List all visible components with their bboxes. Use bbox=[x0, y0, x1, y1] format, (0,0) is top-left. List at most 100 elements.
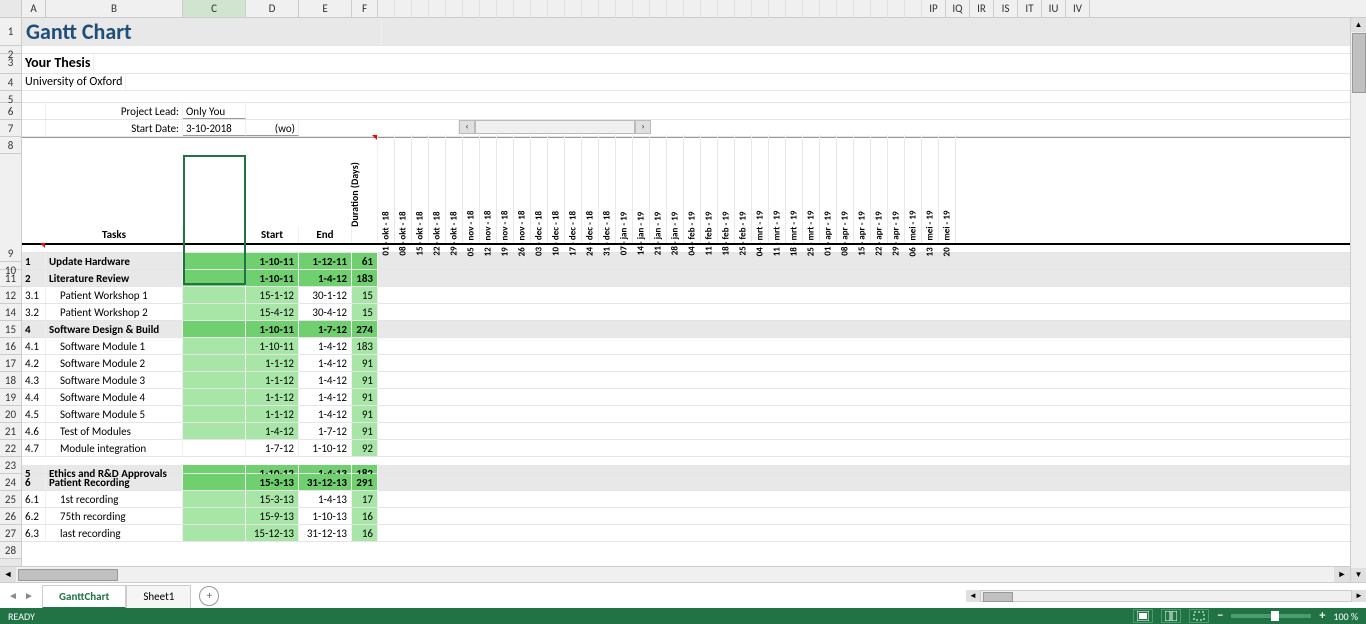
row-header-10[interactable]: 10 bbox=[0, 262, 21, 270]
zoom-out-button[interactable]: − bbox=[1217, 609, 1223, 623]
task-row[interactable]: 6.275th recording15-9-131-10-1316 bbox=[22, 508, 1366, 525]
tiny-col-header[interactable] bbox=[667, 0, 684, 18]
row-header-7[interactable]: 7 bbox=[0, 120, 21, 137]
task-row[interactable]: 3.1Patient Workshop 115-1-1230-1-1215 bbox=[22, 287, 1366, 304]
view-page-break-icon[interactable] bbox=[1189, 609, 1209, 623]
task-row[interactable]: 4.5Software Module 51-1-121-4-1291 bbox=[22, 406, 1366, 423]
row-header-22[interactable]: 22 bbox=[0, 440, 21, 457]
task-row[interactable]: 6Patient Recording15-3-1331-12-13291 bbox=[22, 474, 1366, 491]
horizontal-scrollbar[interactable]: ◄ ► bbox=[0, 566, 1350, 582]
tiny-col-header[interactable] bbox=[480, 0, 497, 18]
tiny-col-header[interactable] bbox=[650, 0, 667, 18]
row-header-5[interactable]: 5 bbox=[0, 91, 21, 103]
row-header-2[interactable]: 2 bbox=[0, 46, 21, 54]
row-header-21[interactable]: 21 bbox=[0, 423, 21, 440]
row-header-12[interactable]: 12 bbox=[0, 287, 21, 304]
row-3[interactable]: Your Thesis bbox=[22, 54, 1366, 74]
tiny-col-header[interactable] bbox=[718, 0, 735, 18]
tiny-col-header[interactable] bbox=[446, 0, 463, 18]
row-header-11[interactable]: 11 bbox=[0, 270, 21, 287]
row-2[interactable] bbox=[22, 46, 1366, 54]
row-header-3[interactable]: 3 bbox=[0, 54, 21, 74]
row-header-17[interactable]: 17 bbox=[0, 355, 21, 372]
col-header-IP[interactable]: IP bbox=[922, 0, 946, 17]
row-5[interactable] bbox=[22, 91, 1366, 103]
add-sheet-button[interactable]: + bbox=[199, 586, 219, 606]
tiny-col-header[interactable] bbox=[786, 0, 803, 18]
col-header-A[interactable]: A bbox=[22, 0, 46, 17]
col-header-B[interactable]: B bbox=[46, 0, 183, 17]
row-6[interactable]: Project Lead: Only You bbox=[22, 103, 1366, 120]
col-header-IU[interactable]: IU bbox=[1042, 0, 1066, 17]
zoom-in-button[interactable]: + bbox=[1319, 609, 1325, 623]
row-header-6[interactable]: 6 bbox=[0, 103, 21, 120]
row-9-headers[interactable]: Tasks Start End Duration (Days) 01 - okt… bbox=[22, 137, 1366, 245]
row-1[interactable]: Gantt Chart bbox=[22, 18, 1366, 46]
tiny-col-header[interactable] bbox=[412, 0, 429, 18]
vscroll-track[interactable] bbox=[1351, 32, 1366, 568]
tiny-col-header[interactable] bbox=[378, 0, 395, 18]
row-header-15[interactable]: 15 bbox=[0, 321, 21, 338]
tiny-col-header[interactable] bbox=[531, 0, 548, 18]
cells-area[interactable]: Gantt Chart Your Thesis University of Ox… bbox=[22, 18, 1366, 578]
col-header-IR[interactable]: IR bbox=[970, 0, 994, 17]
task-row[interactable]: 4.6Test of Modules1-4-121-7-1291 bbox=[22, 423, 1366, 440]
row-header-1[interactable]: 1 bbox=[0, 18, 21, 46]
row-header-9[interactable]: 9 bbox=[0, 154, 21, 262]
tiny-col-header[interactable] bbox=[769, 0, 786, 18]
sheet-tab-sheet1[interactable]: Sheet1 bbox=[126, 585, 191, 609]
row-header-19[interactable]: 19 bbox=[0, 389, 21, 406]
row-header-27[interactable]: 27 bbox=[0, 525, 21, 542]
tiny-col-header[interactable] bbox=[871, 0, 888, 18]
task-row[interactable]: 5Ethics and R&D Approvals1-10-121-4-1318… bbox=[22, 457, 1366, 474]
row-header-26[interactable]: 26 bbox=[0, 508, 21, 525]
timeline-scroll-track[interactable] bbox=[475, 120, 635, 134]
tiny-col-header[interactable] bbox=[463, 0, 480, 18]
tiny-col-header[interactable] bbox=[582, 0, 599, 18]
tiny-col-header[interactable] bbox=[395, 0, 412, 18]
tiny-col-header[interactable] bbox=[633, 0, 650, 18]
hscroll-track[interactable] bbox=[16, 567, 1334, 582]
task-row[interactable]: 6.11st recording15-3-131-4-1317 bbox=[22, 491, 1366, 508]
tiny-col-header[interactable] bbox=[599, 0, 616, 18]
timeline-scroll-left[interactable]: ‹ bbox=[459, 120, 475, 134]
zoom-slider-thumb[interactable] bbox=[1271, 611, 1279, 621]
scroll-down-button[interactable]: ▼ bbox=[1351, 568, 1366, 582]
row-header-23[interactable]: 23 bbox=[0, 457, 21, 474]
col-header-IV[interactable]: IV bbox=[1066, 0, 1090, 17]
tiny-col-header[interactable] bbox=[701, 0, 718, 18]
col-header-IT[interactable]: IT bbox=[1018, 0, 1042, 17]
task-row[interactable]: 4.4Software Module 41-1-121-4-1291 bbox=[22, 389, 1366, 406]
tab-nav-prev[interactable]: ► bbox=[22, 589, 36, 603]
hscroll2-right[interactable]: ► bbox=[1352, 590, 1366, 602]
tab-nav-first[interactable]: ◄ bbox=[6, 589, 20, 603]
tiny-col-header[interactable] bbox=[735, 0, 752, 18]
row-header-16[interactable]: 16 bbox=[0, 338, 21, 355]
hscroll-left-button[interactable]: ◄ bbox=[0, 567, 16, 583]
task-row[interactable]: 4.1Software Module 11-10-111-4-12183 bbox=[22, 338, 1366, 355]
tiny-col-header[interactable] bbox=[820, 0, 837, 18]
view-page-layout-icon[interactable] bbox=[1161, 609, 1181, 623]
tiny-col-header[interactable] bbox=[565, 0, 582, 18]
hscroll2-left[interactable]: ◄ bbox=[966, 590, 980, 602]
tiny-col-header[interactable] bbox=[905, 0, 922, 18]
row-header-18[interactable]: 18 bbox=[0, 372, 21, 389]
tiny-col-header[interactable] bbox=[837, 0, 854, 18]
col-header-IS[interactable]: IS bbox=[994, 0, 1018, 17]
col-header-IQ[interactable]: IQ bbox=[946, 0, 970, 17]
row-4[interactable]: University of Oxford bbox=[22, 74, 1366, 91]
select-all-corner[interactable] bbox=[0, 0, 22, 17]
col-header-D[interactable]: D bbox=[246, 0, 299, 17]
zoom-value[interactable]: 100 % bbox=[1333, 610, 1358, 623]
view-normal-icon[interactable] bbox=[1133, 609, 1153, 623]
tiny-col-header[interactable] bbox=[803, 0, 820, 18]
timeline-scroll-right[interactable]: › bbox=[635, 120, 651, 134]
col-header-E[interactable]: E bbox=[299, 0, 352, 17]
hscroll2-thumb[interactable] bbox=[983, 592, 1013, 602]
col-header-C[interactable]: C bbox=[183, 0, 246, 17]
zoom-slider[interactable] bbox=[1231, 614, 1311, 618]
task-row[interactable]: 2Literature Review1-10-111-4-12183 bbox=[22, 270, 1366, 287]
tiny-col-header[interactable] bbox=[684, 0, 701, 18]
tiny-col-header[interactable] bbox=[752, 0, 769, 18]
vscroll-thumb[interactable] bbox=[1352, 33, 1366, 93]
